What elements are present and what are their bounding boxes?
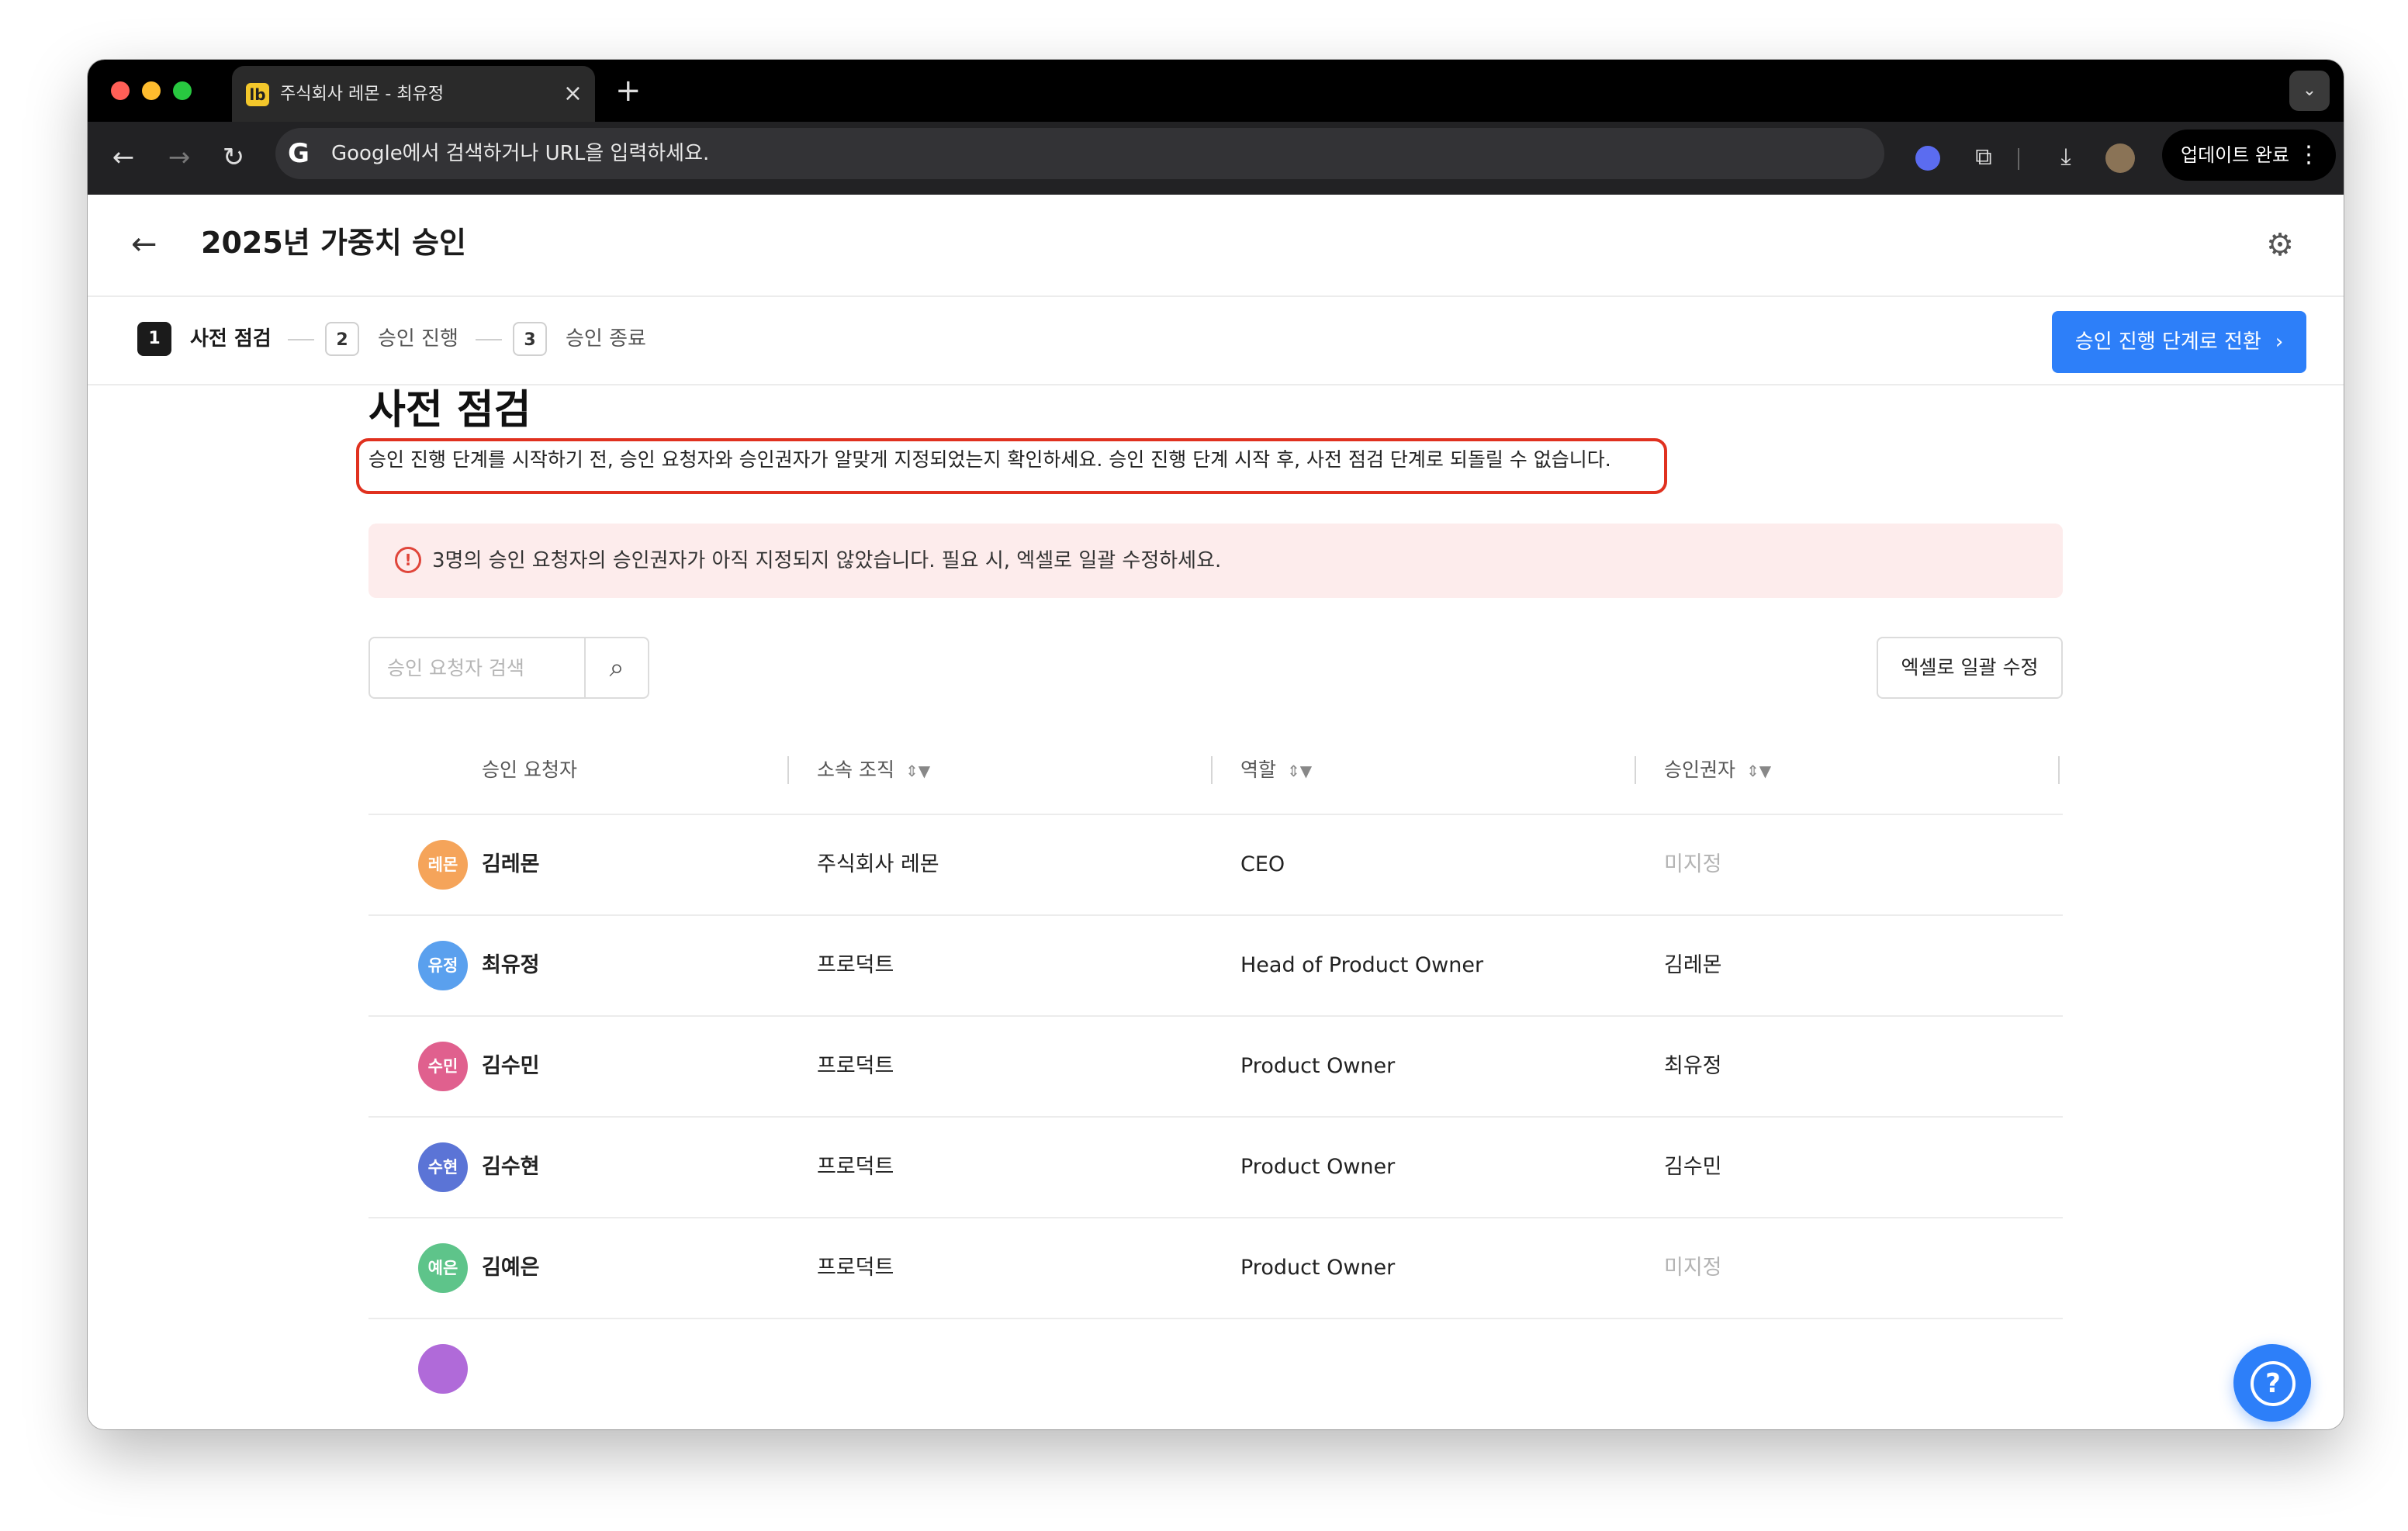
minimize-window-icon[interactable] — [142, 81, 161, 100]
browser-toolbar: ← → ↻ G Google에서 검색하거나 URL을 입력하세요. ⧉ ⤓ 업… — [88, 122, 2344, 195]
new-tab-icon[interactable]: + — [615, 74, 642, 108]
alert-circle-icon: ! — [395, 547, 421, 573]
excel-bulk-edit-button[interactable]: 엑셀로 일괄 수정 — [1877, 637, 2063, 699]
org-cell: 프로덕트 — [817, 1256, 894, 1280]
avatar: 레몬 — [418, 840, 468, 890]
step-separator — [288, 339, 314, 340]
help-button[interactable]: ? — [2233, 1344, 2311, 1422]
puzzle-extensions-icon[interactable]: ⧉ — [1965, 139, 2002, 176]
address-bar[interactable]: G Google에서 검색하거나 URL을 입력하세요. — [275, 128, 1884, 179]
sort-filter-icon[interactable]: ⇕▼ — [905, 762, 930, 780]
header-org[interactable]: 소속 조직 ⇕▼ — [817, 753, 930, 788]
tab-title: 주식회사 레몬 - 최유정 — [280, 85, 445, 104]
table-header: 승인 요청자 소속 조직 ⇕▼ 역할 ⇕▼ 승인권자 ⇕▼ — [368, 727, 2063, 815]
table-row[interactable]: 레몬 김레몬 주식회사 레몬 CEO 미지정 — [368, 815, 2063, 916]
avatar: 수현 — [418, 1142, 468, 1192]
back-arrow-icon[interactable]: ← — [131, 223, 157, 266]
browser-tab[interactable]: lb 주식회사 레몬 - 최유정 × — [232, 66, 595, 122]
role-cell: CEO — [1240, 852, 1285, 876]
column-divider[interactable] — [787, 756, 789, 784]
favicon-icon: lb — [246, 83, 269, 106]
start-approval-button[interactable]: 승인 진행 단계로 전환 › — [2052, 311, 2306, 373]
download-icon[interactable]: ⤓ — [2047, 139, 2085, 176]
more-menu-icon: ⋮ — [2297, 141, 2320, 168]
section-description: 승인 진행 단계를 시작하기 전, 승인 요청자와 승인권자가 알맞게 지정되었… — [368, 448, 1611, 471]
requester-name: 김레몬 — [482, 852, 540, 876]
step-3-label: 승인 종료 — [566, 327, 646, 351]
header-requester: 승인 요청자 — [482, 759, 577, 781]
warning-alert: ! 3명의 승인 요청자의 승인권자가 아직 지정되지 않았습니다. 필요 시,… — [368, 524, 2063, 598]
table-row[interactable]: 수민 김수민 프로덕트 Product Owner 최유정 — [368, 1017, 2063, 1118]
search-input[interactable] — [370, 638, 586, 697]
header-role[interactable]: 역할 ⇕▼ — [1240, 753, 1312, 788]
search-icon[interactable]: ⌕ — [584, 638, 648, 697]
table-row[interactable]: 유정 최유정 프로덕트 Head of Product Owner 김레몬 — [368, 916, 2063, 1017]
avatar: 수민 — [418, 1042, 468, 1091]
browser-window: lb 주식회사 레몬 - 최유정 × + ⌄ ← → ↻ G Google에서 … — [88, 60, 2344, 1429]
search-box: ⌕ — [368, 637, 649, 699]
step-1-number: 1 — [137, 322, 171, 356]
step-3-number: 3 — [513, 322, 547, 356]
tab-close-icon[interactable]: × — [563, 80, 583, 108]
gear-icon[interactable]: ⚙ — [2266, 226, 2294, 264]
question-icon: ? — [2251, 1361, 2296, 1406]
chevron-right-icon: › — [2275, 330, 2284, 354]
step-2-label: 승인 진행 — [378, 327, 458, 351]
approver-cell[interactable]: 최유정 — [1664, 1051, 1722, 1082]
org-cell: 프로덕트 — [817, 1054, 894, 1078]
google-icon: G — [288, 138, 310, 169]
step-1-label: 사전 점검 — [190, 327, 272, 351]
role-cell: Head of Product Owner — [1240, 953, 1484, 977]
table-row[interactable]: 수현 김수현 프로덕트 Product Owner 김수민 — [368, 1118, 2063, 1218]
forward-arrow-icon[interactable]: → — [161, 139, 198, 176]
approver-cell[interactable]: 미지정 — [1664, 1253, 1722, 1284]
org-cell: 주식회사 레몬 — [817, 852, 939, 876]
requester-name: 최유정 — [482, 953, 540, 977]
back-arrow-icon[interactable]: ← — [105, 139, 142, 176]
requester-table: 승인 요청자 소속 조직 ⇕▼ 역할 ⇕▼ 승인권자 ⇕▼ 레몬 김레몬 주식회사 레… — [368, 727, 2063, 1419]
app-content: ← 2025년 가중치 승인 ⚙ 1 사전 점검 2 승인 진행 3 승인 종료… — [88, 195, 2344, 1429]
address-placeholder: Google에서 검색하거나 URL을 입력하세요. — [331, 142, 710, 165]
approver-cell[interactable]: 김수민 — [1664, 1152, 1722, 1183]
column-divider[interactable] — [1211, 756, 1213, 784]
close-window-icon[interactable] — [111, 81, 130, 100]
org-cell: 프로덕트 — [817, 953, 894, 977]
header-approver[interactable]: 승인권자 ⇕▼ — [1664, 753, 1771, 788]
step-2-number: 2 — [325, 322, 359, 356]
approver-cell[interactable]: 미지정 — [1664, 849, 1722, 880]
update-button[interactable]: 업데이트 완료 ⋮ — [2162, 130, 2336, 181]
avatar — [418, 1344, 468, 1394]
sort-filter-icon[interactable]: ⇕▼ — [1287, 762, 1312, 780]
reload-icon[interactable]: ↻ — [215, 139, 252, 176]
toolbar-divider — [2018, 148, 2019, 170]
step-separator — [476, 339, 502, 340]
role-cell: Product Owner — [1240, 1256, 1396, 1280]
page-title: 2025년 가중치 승인 — [201, 226, 466, 260]
profile-avatar[interactable] — [2102, 139, 2139, 176]
org-cell: 프로덕트 — [817, 1155, 894, 1179]
role-cell: Product Owner — [1240, 1155, 1396, 1179]
section-title: 사전 점검 — [368, 387, 531, 434]
extension-icon[interactable] — [1909, 139, 1946, 176]
approver-cell[interactable]: 김레몬 — [1664, 950, 1722, 981]
role-cell: Product Owner — [1240, 1054, 1396, 1078]
column-divider[interactable] — [2058, 756, 2060, 784]
alert-text: 3명의 승인 요청자의 승인권자가 아직 지정되지 않았습니다. 필요 시, 엑… — [432, 549, 1222, 572]
avatar: 유정 — [418, 941, 468, 990]
sort-filter-icon[interactable]: ⇕▼ — [1746, 762, 1771, 780]
column-divider[interactable] — [1635, 756, 1636, 784]
stepper: 1 사전 점검 2 승인 진행 3 승인 종료 승인 진행 단계로 전환 › — [88, 297, 2344, 385]
table-row[interactable]: 예은 김예은 프로덕트 Product Owner 미지정 — [368, 1218, 2063, 1319]
avatar: 예은 — [418, 1243, 468, 1293]
tab-search-chevron-icon[interactable]: ⌄ — [2289, 71, 2330, 111]
table-row[interactable] — [368, 1319, 2063, 1419]
requester-name: 김수민 — [482, 1054, 540, 1078]
browser-titlebar: lb 주식회사 레몬 - 최유정 × + ⌄ — [88, 60, 2344, 122]
page-header: ← 2025년 가중치 승인 ⚙ — [88, 195, 2344, 297]
maximize-window-icon[interactable] — [173, 81, 192, 100]
requester-name: 김수현 — [482, 1155, 540, 1179]
requester-name: 김예은 — [482, 1256, 540, 1280]
